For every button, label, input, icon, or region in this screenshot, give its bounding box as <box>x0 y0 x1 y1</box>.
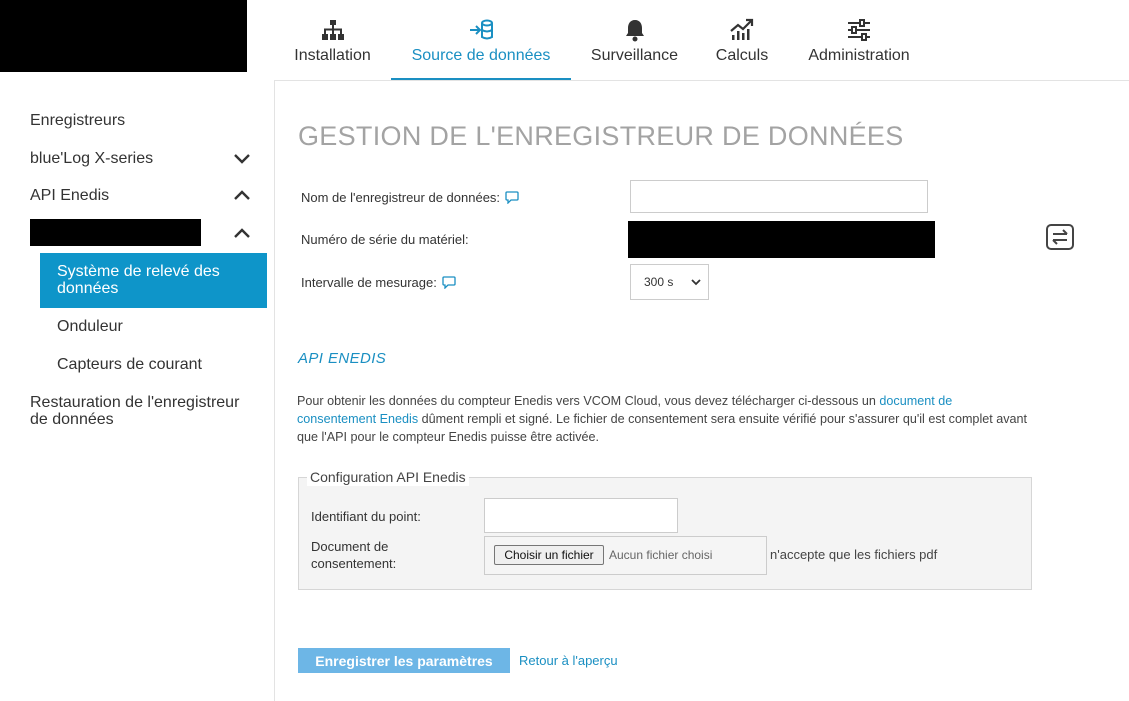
pdf-only-note: n'accepte que les fichiers pdf <box>770 547 938 562</box>
sidebar-item-redacted[interactable] <box>30 219 201 246</box>
sidebar-item-systeme-releve[interactable]: Système de relevé des données <box>40 253 267 308</box>
info-bubble-icon[interactable] <box>442 275 456 292</box>
sliders-icon <box>846 18 872 42</box>
tab-calculs[interactable]: Calculs <box>715 0 769 80</box>
interval-label: Intervalle de mesurage: <box>301 275 456 292</box>
interval-select-value: 300 s <box>644 275 674 289</box>
interval-label-text: Intervalle de mesurage: <box>301 275 437 290</box>
tab-installation[interactable]: Installation <box>292 0 373 80</box>
sidebar-item-capteurs[interactable]: Capteurs de courant <box>57 356 202 374</box>
tab-surveillance[interactable]: Surveillance <box>589 0 680 80</box>
logger-name-input[interactable] <box>630 180 928 213</box>
chevron-up-icon[interactable] <box>232 187 252 203</box>
chevron-up-icon[interactable] <box>232 225 252 241</box>
page-title: GESTION DE L'ENREGISTREUR DE DONNÉES <box>298 121 904 151</box>
no-file-chosen-text: Aucun fichier choisi <box>609 548 713 562</box>
bell-icon <box>624 18 646 42</box>
api-enedis-heading: API ENEDIS <box>298 350 387 367</box>
tab-installation-label: Installation <box>294 47 371 64</box>
logger-name-label-text: Nom de l'enregistreur de données: <box>301 190 501 205</box>
swap-icon[interactable] <box>1045 223 1075 251</box>
chevron-down-icon[interactable] <box>232 151 252 167</box>
point-id-label: Identifiant du point: <box>311 509 421 524</box>
consent-doc-label: Document de consentement: <box>311 539 397 571</box>
info-bubble-icon[interactable] <box>505 190 519 207</box>
sidebar-divider <box>274 80 275 701</box>
back-to-overview-link[interactable]: Retour à l'aperçu <box>519 653 618 668</box>
tab-calculs-label: Calculs <box>715 47 769 64</box>
tab-administration[interactable]: Administration <box>805 0 913 80</box>
choose-file-button[interactable]: Choisir un fichier <box>494 545 604 565</box>
nav-divider <box>275 80 1129 81</box>
tab-administration-label: Administration <box>808 47 910 64</box>
chart-line-icon <box>729 18 755 42</box>
serial-label: Numéro de série du matériel: <box>301 232 469 247</box>
save-settings-button[interactable]: Enregistrer les paramètres <box>298 648 510 673</box>
description-text-start: Pour obtenir les données du compteur Ene… <box>297 394 880 408</box>
api-config-legend: Configuration API Enedis <box>307 469 469 486</box>
tab-data-source-label: Source de données <box>411 47 551 64</box>
logo-redacted <box>0 0 247 72</box>
chevron-down-icon <box>691 279 701 286</box>
sidebar-item-api-enedis[interactable]: API Enedis <box>30 187 109 205</box>
interval-select[interactable]: 300 s <box>630 264 709 300</box>
sidebar-item-bluelog[interactable]: blue'Log X-series <box>30 150 153 168</box>
sitemap-icon <box>321 18 345 42</box>
sidebar-item-enregistreurs[interactable]: Enregistreurs <box>30 112 125 130</box>
database-import-icon <box>468 18 494 42</box>
serial-value-redacted <box>628 221 935 258</box>
point-id-input[interactable] <box>484 498 678 533</box>
sidebar-item-restauration[interactable]: Restauration de l'enregistreur de donnée… <box>30 394 260 428</box>
sidebar-item-onduleur[interactable]: Onduleur <box>57 318 123 336</box>
api-enedis-description: Pour obtenir les données du compteur Ene… <box>297 392 1032 446</box>
tab-surveillance-label: Surveillance <box>590 47 679 64</box>
tab-data-source[interactable]: Source de données <box>409 0 553 80</box>
logger-name-label: Nom de l'enregistreur de données: <box>301 190 519 207</box>
